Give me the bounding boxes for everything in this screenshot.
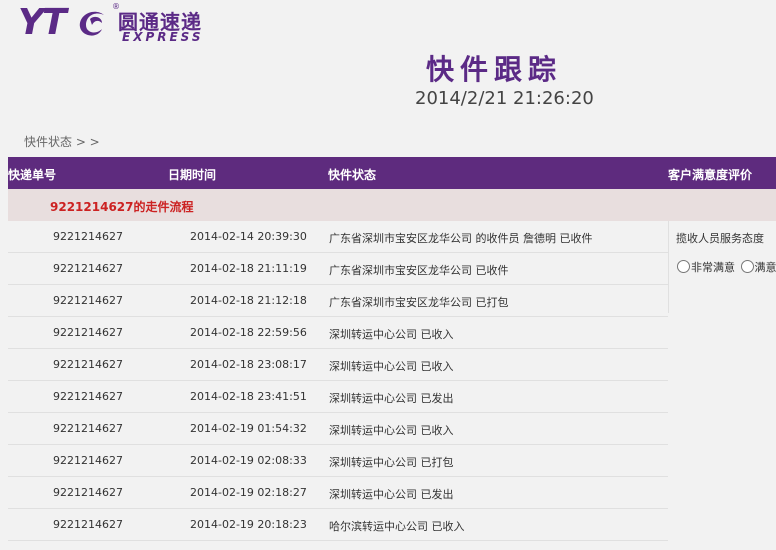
- event-time: 2014-02-18 23:08:17: [190, 358, 307, 371]
- rating-options: 非常满意 满意: [677, 259, 776, 279]
- rating-option-very-satisfied[interactable]: 非常满意: [677, 259, 735, 275]
- table-row: 9221214627 2014-02-18 21:11:19 广东省深圳市宝安区…: [8, 253, 668, 285]
- table-row: 9221214627 2014-02-18 21:12:18 广东省深圳市宝安区…: [8, 285, 668, 317]
- table-row: 9221214627 2014-02-18 23:41:51 深圳转运中心公司 …: [8, 381, 668, 413]
- tracking-number: 9221214627: [53, 486, 123, 499]
- logo-swirl-icon: [79, 11, 104, 36]
- tracking-number: 9221214627: [53, 230, 123, 243]
- event-time: 2014-02-18 22:59:56: [190, 326, 307, 339]
- event-time: 2014-02-19 02:08:33: [190, 454, 307, 467]
- event-status: 广东省深圳市宝安区龙华公司 的收件员 詹德明 已收件: [329, 232, 593, 245]
- satisfaction-rating-panel: 揽收人员服务态度 非常满意 满意: [668, 221, 776, 313]
- event-status: 深圳转运中心公司 已发出: [329, 392, 454, 405]
- event-time: 2014-02-19 20:18:23: [190, 518, 307, 531]
- table-row: 9221214627 2014-02-14 20:39:30 广东省深圳市宝安区…: [8, 221, 668, 253]
- flow-title-row: 9221214627的走件流程: [8, 189, 776, 221]
- event-status: 哈尔滨转运中心公司 已收入: [329, 520, 465, 533]
- event-status: 深圳转运中心公司 已收入: [329, 424, 454, 437]
- event-status: 深圳转运中心公司 已打包: [329, 456, 454, 469]
- tracking-number: 9221214627: [53, 518, 123, 531]
- radio-very-satisfied[interactable]: [677, 260, 690, 273]
- tracking-table-body: 9221214627 2014-02-14 20:39:30 广东省深圳市宝安区…: [8, 221, 668, 541]
- current-datetime: 2014/2/21 21:26:20: [415, 88, 594, 109]
- flow-title: 9221214627的走件流程: [50, 200, 194, 214]
- event-time: 2014-02-18 23:41:51: [190, 390, 307, 403]
- table-row: 9221214627 2014-02-19 01:54:32 深圳转运中心公司 …: [8, 413, 668, 445]
- event-time: 2014-02-14 20:39:30: [190, 230, 307, 243]
- event-time: 2014-02-19 01:54:32: [190, 422, 307, 435]
- event-time: 2014-02-18 21:11:19: [190, 262, 307, 275]
- page-title-container: 快件跟踪: [0, 48, 776, 86]
- logo-english-name: EXPRESS: [122, 30, 204, 44]
- table-row: 9221214627 2014-02-19 02:08:33 深圳转运中心公司 …: [8, 445, 668, 477]
- header-datetime: 日期时间: [168, 168, 217, 182]
- tracking-number: 9221214627: [53, 262, 123, 275]
- rating-label: 揽收人员服务态度: [676, 232, 764, 245]
- tracking-number: 9221214627: [53, 422, 123, 435]
- event-time: 2014-02-18 21:12:18: [190, 294, 307, 307]
- event-status: 广东省深圳市宝安区龙华公司 已收件: [329, 264, 509, 277]
- table-row: 9221214627 2014-02-18 22:59:56 深圳转运中心公司 …: [8, 317, 668, 349]
- event-status: 深圳转运中心公司 已收入: [329, 360, 454, 373]
- table-row: 9221214627 2014-02-18 23:08:17 深圳转运中心公司 …: [8, 349, 668, 381]
- logo-mark: YT: [18, 2, 67, 43]
- rating-option-label: 满意: [754, 261, 776, 274]
- event-status: 广东省深圳市宝安区龙华公司 已打包: [329, 296, 509, 309]
- event-time: 2014-02-19 02:18:27: [190, 486, 307, 499]
- tracking-number: 9221214627: [53, 326, 123, 339]
- table-header: 快递单号 日期时间 快件状态 客户满意度评价: [8, 157, 776, 189]
- yto-logo: YT ® 圆通速递 EXPRESS: [18, 2, 238, 44]
- table-row: 9221214627 2014-02-19 20:18:23 哈尔滨转运中心公司…: [8, 509, 668, 541]
- header-tracking-number: 快递单号: [8, 168, 57, 182]
- tracking-number: 9221214627: [53, 390, 123, 403]
- header-satisfaction: 客户满意度评价: [668, 168, 753, 182]
- tracking-number: 9221214627: [53, 294, 123, 307]
- tracking-number: 9221214627: [53, 358, 123, 371]
- tracking-number: 9221214627: [53, 454, 123, 467]
- event-status: 深圳转运中心公司 已发出: [329, 488, 454, 501]
- rating-option-satisfied[interactable]: 满意: [740, 259, 776, 275]
- breadcrumb: 快件状态 > >: [24, 135, 100, 149]
- page-title: 快件跟踪: [426, 53, 563, 86]
- rating-option-label: 非常满意: [691, 261, 735, 274]
- event-status: 深圳转运中心公司 已收入: [329, 328, 454, 341]
- header-status: 快件状态: [328, 168, 377, 182]
- table-row: 9221214627 2014-02-19 02:18:27 深圳转运中心公司 …: [8, 477, 668, 509]
- radio-satisfied[interactable]: [740, 260, 754, 273]
